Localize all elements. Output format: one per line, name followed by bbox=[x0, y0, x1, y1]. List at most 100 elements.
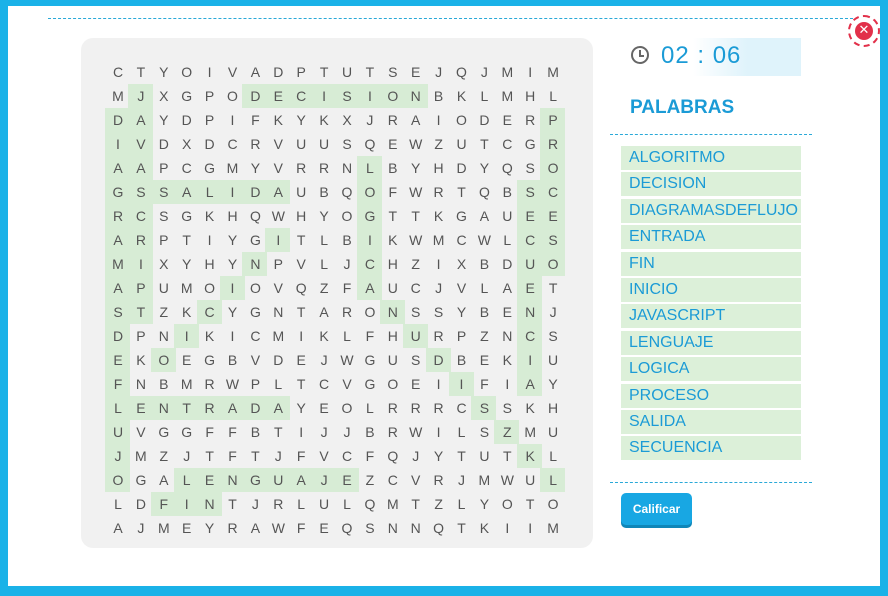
grid-cell[interactable]: J bbox=[427, 276, 451, 300]
grid-cell[interactable]: D bbox=[472, 108, 496, 132]
grid-cell[interactable]: D bbox=[427, 348, 451, 372]
grid-cell[interactable]: J bbox=[243, 492, 267, 516]
grid-cell[interactable]: V bbox=[266, 276, 290, 300]
grid-cell[interactable]: E bbox=[175, 348, 199, 372]
grid-cell[interactable]: B bbox=[152, 372, 176, 396]
grid-cell[interactable]: J bbox=[404, 444, 428, 468]
grid-cell[interactable]: A bbox=[472, 204, 496, 228]
grid-cell[interactable]: R bbox=[243, 132, 267, 156]
grid-cell[interactable]: V bbox=[312, 444, 336, 468]
grid-cell[interactable]: Z bbox=[472, 324, 496, 348]
grid-cell[interactable]: P bbox=[289, 60, 313, 84]
grid-cell[interactable]: E bbox=[381, 132, 405, 156]
grid-cell[interactable]: G bbox=[358, 204, 382, 228]
grid-cell[interactable]: V bbox=[243, 348, 267, 372]
grid-cell[interactable]: F bbox=[358, 444, 382, 468]
grid-cell[interactable]: P bbox=[129, 324, 153, 348]
grid-cell[interactable]: Y bbox=[221, 252, 245, 276]
grid-cell[interactable]: O bbox=[152, 348, 176, 372]
grid-cell[interactable]: C bbox=[312, 372, 336, 396]
grid-cell[interactable]: U bbox=[289, 132, 313, 156]
grid-cell[interactable]: W bbox=[495, 468, 519, 492]
grid-cell[interactable]: A bbox=[495, 276, 519, 300]
grid-cell[interactable]: B bbox=[358, 420, 382, 444]
grid-cell[interactable]: H bbox=[427, 156, 451, 180]
grid-cell[interactable]: P bbox=[152, 156, 176, 180]
grid-cell[interactable]: U bbox=[335, 60, 359, 84]
grid-cell[interactable]: I bbox=[198, 60, 222, 84]
grid-cell[interactable]: E bbox=[335, 468, 359, 492]
grid-cell[interactable]: A bbox=[266, 396, 290, 420]
grid-cell[interactable]: S bbox=[472, 396, 496, 420]
grid-cell[interactable]: Z bbox=[495, 420, 519, 444]
grid-cell[interactable]: O bbox=[450, 108, 474, 132]
grid-cell[interactable]: R bbox=[198, 396, 222, 420]
grid-cell[interactable]: A bbox=[289, 468, 313, 492]
grid-cell[interactable]: U bbox=[266, 468, 290, 492]
grid-cell[interactable]: F bbox=[152, 492, 176, 516]
grid-cell[interactable]: L bbox=[541, 468, 565, 492]
grid-cell[interactable]: O bbox=[243, 276, 267, 300]
grid-cell[interactable]: U bbox=[312, 132, 336, 156]
grid-cell[interactable]: Q bbox=[381, 444, 405, 468]
grid-cell[interactable]: T bbox=[221, 492, 245, 516]
grid-cell[interactable]: E bbox=[518, 276, 542, 300]
grid-cell[interactable]: G bbox=[198, 348, 222, 372]
grid-cell[interactable]: R bbox=[198, 372, 222, 396]
grid-cell[interactable]: D bbox=[129, 492, 153, 516]
grid-cell[interactable]: G bbox=[243, 228, 267, 252]
grid-cell[interactable]: C bbox=[243, 324, 267, 348]
grid-cell[interactable]: I bbox=[289, 324, 313, 348]
grid-cell[interactable]: Z bbox=[152, 444, 176, 468]
grid-cell[interactable]: I bbox=[221, 324, 245, 348]
grid-cell[interactable]: N bbox=[152, 324, 176, 348]
grid-cell[interactable]: Z bbox=[358, 468, 382, 492]
grid-cell[interactable]: U bbox=[312, 492, 336, 516]
grid-cell[interactable]: P bbox=[243, 372, 267, 396]
grid-cell[interactable]: F bbox=[221, 420, 245, 444]
grid-cell[interactable]: Q bbox=[427, 516, 451, 540]
grid-cell[interactable]: Y bbox=[198, 516, 222, 540]
grid-cell[interactable]: D bbox=[198, 132, 222, 156]
grid-cell[interactable]: A bbox=[106, 228, 130, 252]
grid-cell[interactable]: L bbox=[541, 84, 565, 108]
grid-cell[interactable]: I bbox=[221, 180, 245, 204]
grid-cell[interactable]: U bbox=[450, 132, 474, 156]
grid-cell[interactable]: Z bbox=[312, 276, 336, 300]
grid-cell[interactable]: I bbox=[175, 324, 199, 348]
grid-cell[interactable]: I bbox=[289, 420, 313, 444]
grid-cell[interactable]: N bbox=[404, 516, 428, 540]
grid-cell[interactable]: E bbox=[404, 372, 428, 396]
grid-cell[interactable]: F bbox=[289, 444, 313, 468]
grid-cell[interactable]: T bbox=[198, 444, 222, 468]
grid-cell[interactable]: N bbox=[381, 516, 405, 540]
grid-cell[interactable]: A bbox=[221, 396, 245, 420]
grid-cell[interactable]: O bbox=[358, 300, 382, 324]
grid-cell[interactable]: O bbox=[541, 492, 565, 516]
grid-cell[interactable]: D bbox=[450, 156, 474, 180]
grid-cell[interactable]: R bbox=[289, 156, 313, 180]
grid-cell[interactable]: S bbox=[152, 180, 176, 204]
grid-cell[interactable]: V bbox=[450, 276, 474, 300]
grid-cell[interactable]: I bbox=[450, 372, 474, 396]
grid-cell[interactable]: M bbox=[106, 252, 130, 276]
grid-cell[interactable]: M bbox=[266, 324, 290, 348]
grid-cell[interactable]: W bbox=[266, 204, 290, 228]
grid-cell[interactable]: F bbox=[198, 420, 222, 444]
grid-cell[interactable]: J bbox=[450, 468, 474, 492]
grid-cell[interactable]: K bbox=[450, 84, 474, 108]
grid-cell[interactable]: I bbox=[198, 228, 222, 252]
grid-cell[interactable]: M bbox=[541, 60, 565, 84]
grid-cell[interactable]: K bbox=[472, 516, 496, 540]
grid-cell[interactable]: I bbox=[175, 492, 199, 516]
grid-cell[interactable]: N bbox=[198, 492, 222, 516]
grid-cell[interactable]: K bbox=[312, 108, 336, 132]
grid-cell[interactable]: V bbox=[289, 252, 313, 276]
grid-cell[interactable]: S bbox=[427, 300, 451, 324]
grid-cell[interactable]: D bbox=[243, 84, 267, 108]
grid-cell[interactable]: P bbox=[541, 108, 565, 132]
grid-cell[interactable]: M bbox=[221, 156, 245, 180]
grid-cell[interactable]: G bbox=[450, 204, 474, 228]
grid-cell[interactable]: P bbox=[198, 108, 222, 132]
grid-cell[interactable]: P bbox=[450, 324, 474, 348]
